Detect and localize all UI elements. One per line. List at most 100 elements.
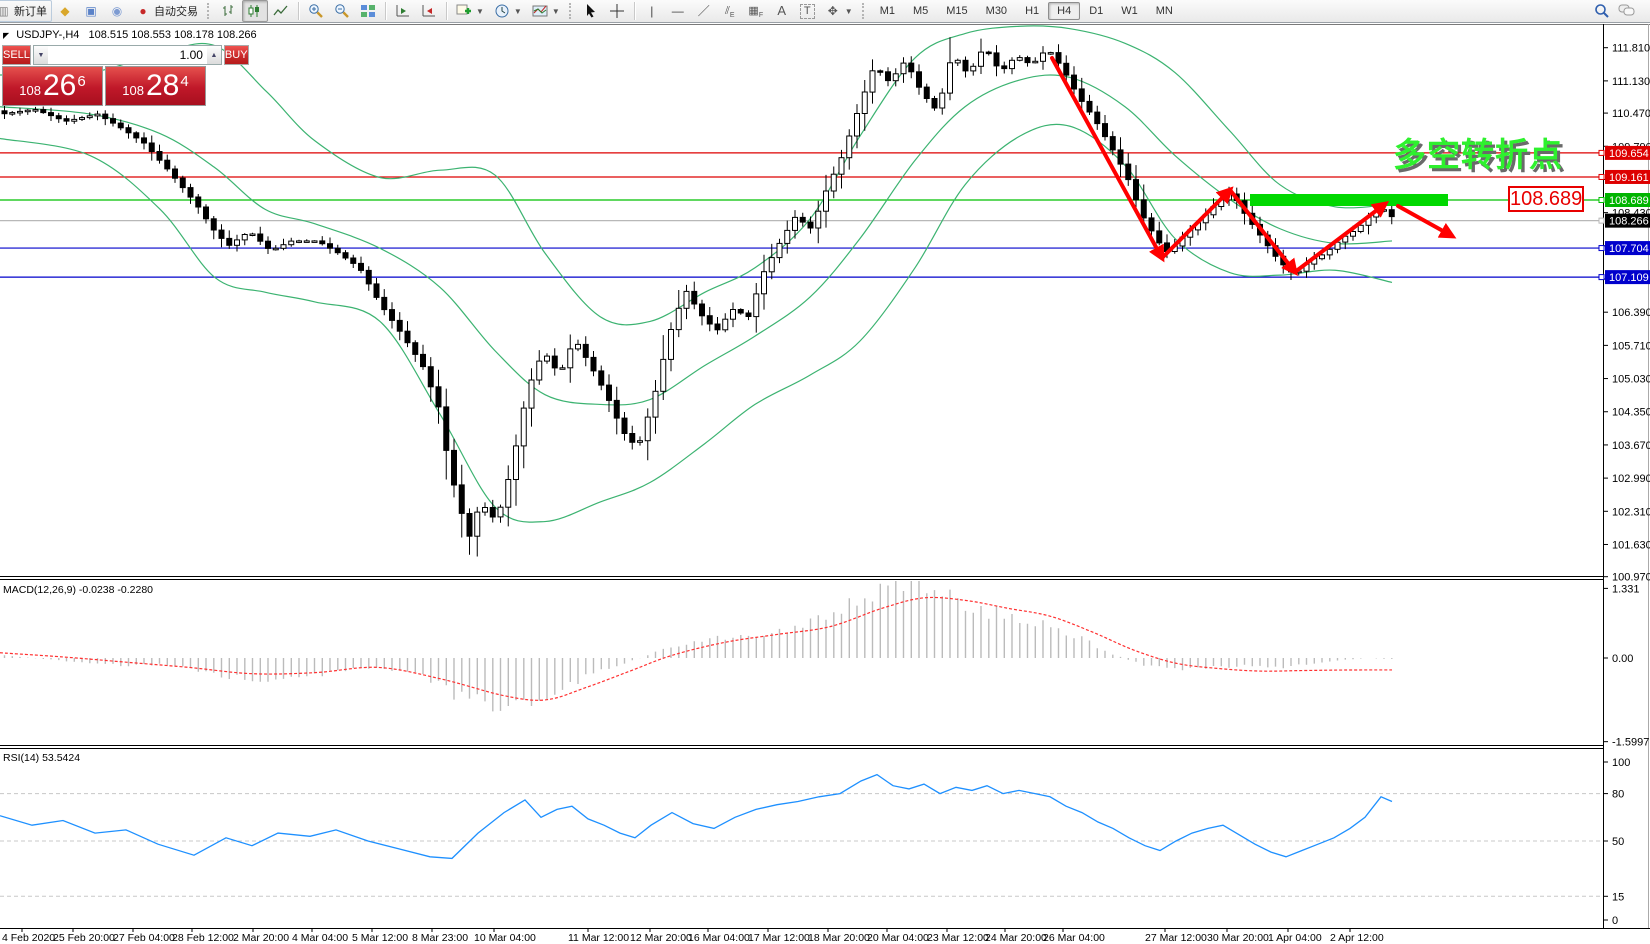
crosshair-icon: [609, 3, 625, 19]
axis-tick-label: 15: [1612, 891, 1624, 903]
horizontal-line-icon: —: [670, 3, 686, 19]
crosshair-button[interactable]: [604, 0, 630, 22]
arrows-button[interactable]: ✥▼: [820, 0, 858, 22]
fibonacci-button[interactable]: ▦F: [743, 0, 769, 22]
candlestick-icon: [247, 3, 263, 19]
fibonacci-icon: ▦F: [748, 3, 764, 19]
buy-price-display[interactable]: 108 28 4: [105, 66, 206, 106]
axis-tick-label: 110.470: [1612, 108, 1650, 120]
axis-tick-label: 111.130: [1612, 76, 1650, 88]
buy-price-big: 28: [146, 69, 179, 103]
axis-tick-label: 102.990: [1612, 473, 1650, 485]
chart-marker-icon: ◤: [3, 31, 9, 40]
equidistant-channel-icon: ⫽E: [722, 3, 738, 19]
trendline-icon: ／: [696, 3, 712, 19]
time-tick-label: 2 Apr 12:00: [1330, 932, 1384, 944]
chat-icon[interactable]: [1618, 3, 1636, 19]
axis-tick-label: 102.310: [1612, 506, 1650, 518]
time-tick-label: 23 Mar 12:00: [927, 932, 989, 944]
time-tick-label: 12 Mar 20:00: [630, 932, 692, 944]
axis-tick-label: 106.390: [1612, 307, 1650, 319]
text-button[interactable]: A: [769, 0, 795, 22]
axis-tick-label: 100.970: [1612, 572, 1650, 584]
line-chart-icon: [273, 3, 289, 19]
price-label-anchor: [1599, 246, 1604, 251]
vertical-line-button[interactable]: |: [639, 0, 665, 22]
chart-title: ◤ USDJPY-,H4 108.515 108.553 108.178 108…: [3, 29, 257, 41]
tf-m1[interactable]: M1: [871, 2, 904, 20]
volume-decrease-button[interactable]: ▼: [34, 46, 48, 64]
trendline-button[interactable]: ／: [691, 0, 717, 22]
vertical-line-icon: |: [644, 3, 660, 19]
template-icon: [532, 3, 548, 19]
tile-windows-icon: [360, 3, 376, 19]
alerts-button[interactable]: ◉: [104, 0, 130, 22]
sell-button[interactable]: SELL: [2, 45, 31, 65]
volume-increase-button[interactable]: ▲: [207, 46, 221, 64]
autotrading-button[interactable]: ● 自动交易: [130, 0, 203, 22]
candlestick-chart-button[interactable]: [242, 0, 268, 22]
axis-tick-label: 100: [1612, 757, 1630, 769]
toolbar-grip: [862, 3, 867, 19]
text-label-icon: T: [800, 4, 815, 19]
time-tick-label: 24 Mar 20:00: [985, 932, 1047, 944]
bar-chart-button[interactable]: [216, 0, 242, 22]
period-button[interactable]: ▼: [489, 0, 527, 22]
axis-tick-label: 101.630: [1612, 539, 1650, 551]
macd-label: MACD(12,26,9) -0.0238 -0.2280: [3, 584, 153, 596]
price-label-anchor: [1599, 198, 1604, 203]
price-label-anchor: [1599, 174, 1604, 179]
tf-mn[interactable]: MN: [1147, 2, 1182, 20]
time-tick-label: 5 Mar 12:00: [352, 932, 408, 944]
time-tick-label: 25 Feb 20:00: [53, 932, 115, 944]
volume-input[interactable]: [48, 46, 207, 64]
time-tick-label: 4 Mar 04:00: [292, 932, 348, 944]
tile-windows-button[interactable]: [355, 0, 381, 22]
auto-scroll-button[interactable]: [416, 0, 442, 22]
zoom-in-button[interactable]: [303, 0, 329, 22]
price-label-text: 108.266: [1609, 216, 1649, 228]
tf-m30[interactable]: M30: [977, 2, 1016, 20]
chart-ohlc-values: 108.515 108.553 108.178 108.266: [88, 29, 256, 41]
new-order-button[interactable]: ▥ 新订单: [0, 0, 52, 22]
template-button[interactable]: ▼: [527, 0, 565, 22]
time-tick-label: 8 Mar 23:00: [412, 932, 468, 944]
horizontal-line-button[interactable]: —: [665, 0, 691, 22]
tf-m15[interactable]: M15: [937, 2, 976, 20]
text-label-button[interactable]: T: [795, 0, 820, 22]
time-tick-label: 27 Mar 12:00: [1145, 932, 1207, 944]
buy-price-pip: 4: [180, 73, 188, 90]
dropdown-caret-icon: ▼: [476, 7, 484, 16]
tf-w1[interactable]: W1: [1112, 2, 1147, 20]
sell-price-big: 26: [43, 69, 76, 103]
time-tick-label: 20 Mar 04:00: [867, 932, 929, 944]
buy-button[interactable]: BUY: [224, 45, 249, 65]
channel-button[interactable]: ⫽E: [717, 0, 743, 22]
green-zone-rectangle: [1250, 194, 1448, 206]
search-icon[interactable]: [1594, 3, 1610, 19]
new-chart-icon: [456, 3, 472, 19]
time-tick-label: 11 Mar 12:00: [568, 932, 629, 944]
mt4-window: { "toolbar": { "new_order_label": "新订单",…: [0, 0, 1650, 944]
market-watch-button[interactable]: ◆: [52, 0, 78, 22]
sell-price-display[interactable]: 108 26 6: [2, 66, 103, 106]
cursor-button[interactable]: [578, 0, 604, 22]
axis-tick-label: 0: [1612, 915, 1618, 927]
tf-m5[interactable]: M5: [904, 2, 937, 20]
tf-h1[interactable]: H1: [1016, 2, 1048, 20]
rsi-label: RSI(14) 53.5424: [3, 752, 80, 764]
chart-shift-button[interactable]: [390, 0, 416, 22]
navigator-button[interactable]: ▣: [78, 0, 104, 22]
price-label-text: 107.109: [1609, 272, 1649, 284]
zoom-out-button[interactable]: [329, 0, 355, 22]
dropdown-caret-icon: ▼: [552, 7, 560, 16]
cursor-icon: [583, 3, 599, 19]
tf-h4[interactable]: H4: [1048, 2, 1080, 20]
tf-d1[interactable]: D1: [1080, 2, 1112, 20]
new-chart-button[interactable]: ▼: [451, 0, 489, 22]
line-chart-button[interactable]: [268, 0, 294, 22]
buy-price-prefix: 108: [122, 83, 144, 98]
time-tick-label: 18 Mar 20:00: [808, 932, 870, 944]
chart-symbol-timeframe: USDJPY-,H4: [16, 29, 79, 41]
navigator-icon: ▣: [83, 3, 99, 19]
